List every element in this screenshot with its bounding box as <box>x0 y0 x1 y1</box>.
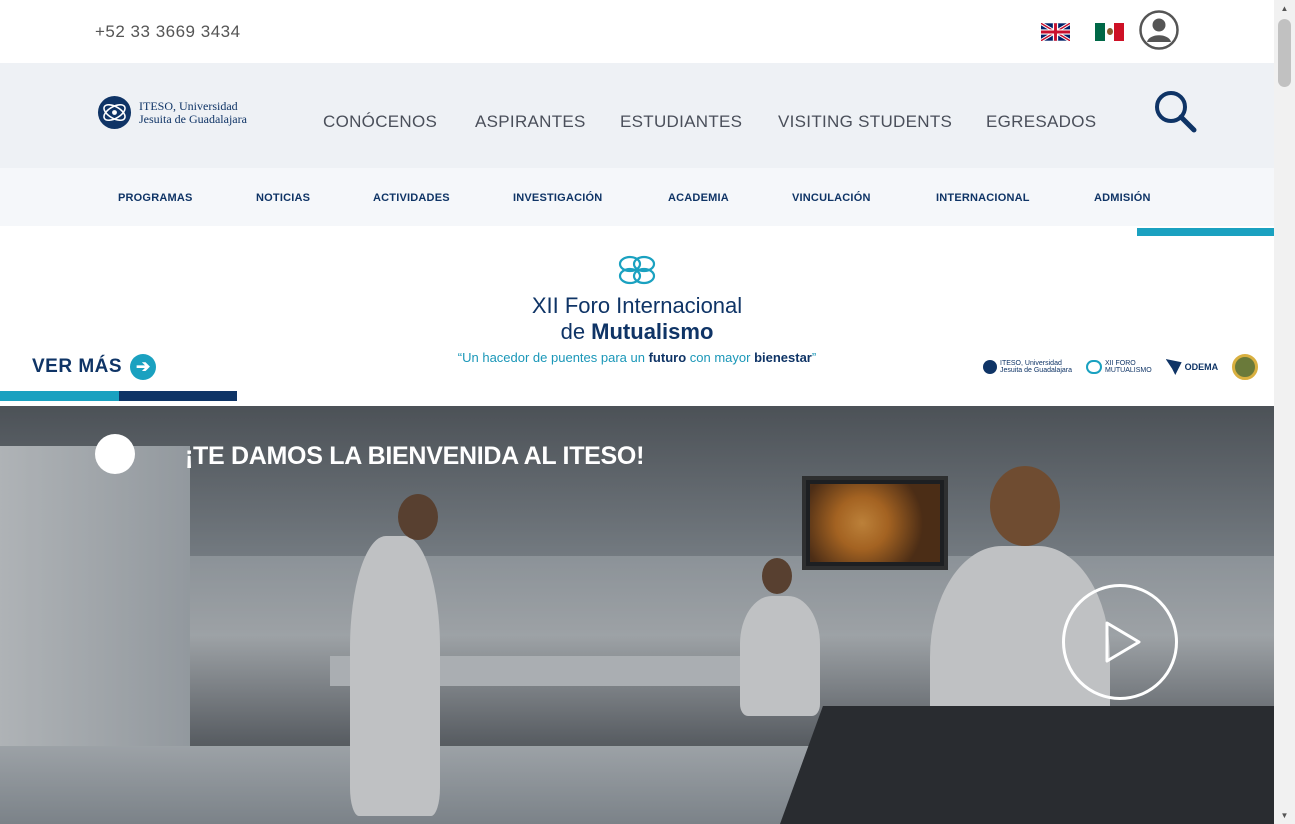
tagline-bold1: futuro <box>648 350 687 365</box>
mexico-flag-icon[interactable] <box>1095 23 1124 41</box>
subnav-item-investigacion[interactable]: INVESTIGACIÓN <box>513 192 602 204</box>
subnav-item-actividades[interactable]: ACTIVIDADES <box>373 192 450 204</box>
tagline-part2: con mayor <box>686 350 755 365</box>
logo-text: ITESO, Universidad Jesuita de Guadalajar… <box>139 98 247 126</box>
secondary-navigation: PROGRAMAS NOTICIAS ACTIVIDADES INVESTIGA… <box>0 168 1274 226</box>
subnav-item-vinculacion[interactable]: VINCULACIÓN <box>792 192 871 204</box>
partner-iteso-line2: Jesuita de Guadalajara <box>1000 367 1072 374</box>
banner-stripe-navy <box>119 391 237 401</box>
page-scrollbar[interactable]: ▲ ▼ <box>1274 0 1295 824</box>
partner-logos: ITESO, Universidad Jesuita de Guadalajara… <box>983 354 1259 380</box>
forum-subtitle-prefix: de <box>560 319 592 344</box>
subnav-item-internacional[interactable]: INTERNACIONAL <box>936 192 1030 204</box>
search-icon[interactable] <box>1153 89 1197 133</box>
odema-mark-icon <box>1165 359 1182 375</box>
banner-stripe-teal <box>0 391 119 401</box>
partner-logo-iteso: ITESO, Universidad Jesuita de Guadalajara <box>983 360 1072 374</box>
forum-subtitle: de Mutualismo <box>0 319 1274 345</box>
phone-link[interactable]: +52 33 3669 3434 <box>95 22 241 42</box>
seal-logo-icon <box>1232 354 1259 380</box>
scroll-thumb[interactable] <box>1278 19 1291 87</box>
uk-flag-icon[interactable] <box>1041 23 1070 41</box>
hero-indicator-dot[interactable] <box>95 434 135 474</box>
user-account-icon[interactable] <box>1139 10 1179 50</box>
partner-iteso-line1: ITESO, Universidad <box>1000 360 1062 367</box>
iteso-logo[interactable]: ITESO, Universidad Jesuita de Guadalajar… <box>97 95 247 130</box>
scroll-up-arrow-icon[interactable]: ▲ <box>1274 0 1295 17</box>
play-icon <box>1105 621 1141 663</box>
partner-foro-line2: MUTUALISMO <box>1105 367 1152 374</box>
partner-foro-line1: XII FORO <box>1105 360 1136 367</box>
partner-logo-foro: XII FORO MUTUALISMO <box>1086 360 1152 374</box>
page: +52 33 3669 3434 ITESO, Universidad Jesu… <box>0 0 1274 824</box>
accent-bar <box>1137 228 1274 236</box>
subnav-item-admision[interactable]: ADMISIÓN <box>1094 192 1151 204</box>
foro-mini-icon <box>1086 360 1102 374</box>
tagline-part1: “Un hacedor de puentes para un <box>457 350 649 365</box>
forum-title: XII Foro Internacional <box>531 293 743 318</box>
top-bar: +52 33 3669 3434 <box>0 0 1274 63</box>
ver-mas-label: VER MÁS <box>32 356 123 377</box>
forum-banner[interactable]: XII Foro Internacional de Mutualismo “Un… <box>0 236 1274 406</box>
subnav-item-noticias[interactable]: NOTICIAS <box>256 192 310 204</box>
forum-knot-icon <box>618 255 656 285</box>
subnav-item-programas[interactable]: PROGRAMAS <box>118 192 193 204</box>
nav-item-estudiantes[interactable]: ESTUDIANTES <box>620 112 742 132</box>
scroll-down-arrow-icon[interactable]: ▼ <box>1274 807 1295 824</box>
hero-video[interactable]: ¡TE DAMOS LA BIENVENIDA AL ITESO! <box>0 406 1274 824</box>
nav-item-conocenos[interactable]: CONÓCENOS <box>323 112 437 132</box>
tagline-bold2: bienestar <box>754 350 812 365</box>
partner-logo-odema: ODEMA <box>1165 359 1219 375</box>
main-navigation: ITESO, Universidad Jesuita de Guadalajar… <box>0 63 1274 168</box>
play-button[interactable] <box>1062 584 1178 700</box>
partner-odema-label: ODEMA <box>1184 361 1219 372</box>
arrow-right-icon: ➔ <box>130 354 157 380</box>
nav-item-visiting-students[interactable]: VISITING STUDENTS <box>778 112 952 132</box>
logo-text-line1: ITESO, Universidad <box>139 98 238 113</box>
iteso-mini-icon <box>983 360 997 374</box>
iteso-logo-icon <box>97 95 132 130</box>
nav-item-egresados[interactable]: EGRESADOS <box>986 112 1096 132</box>
tagline-part3: ” <box>811 350 817 365</box>
forum-subtitle-bold: Mutualismo <box>591 319 714 344</box>
nav-item-aspirantes[interactable]: ASPIRANTES <box>475 112 586 132</box>
hero-title: ¡TE DAMOS LA BIENVENIDA AL ITESO! <box>185 442 645 470</box>
logo-text-line2: Jesuita de Guadalajara <box>139 111 247 126</box>
subnav-item-academia[interactable]: ACADEMIA <box>668 192 729 204</box>
ver-mas-button[interactable]: VER MÁS ➔ <box>32 354 157 380</box>
